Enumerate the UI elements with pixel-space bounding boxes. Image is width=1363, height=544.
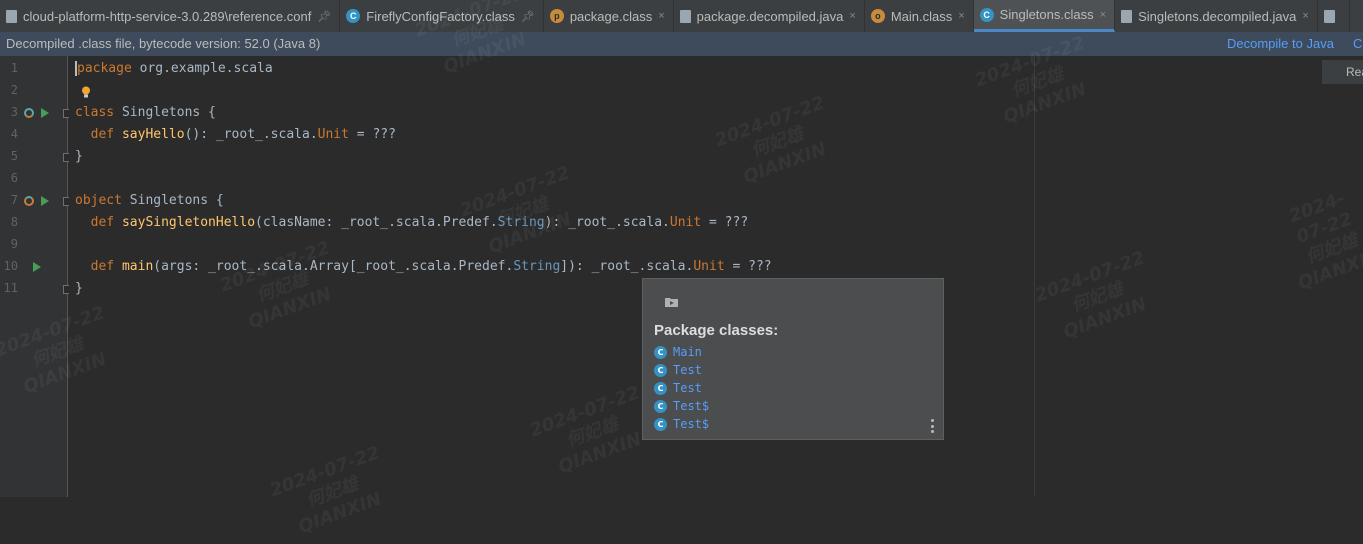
close-icon[interactable]: × — [849, 10, 855, 22]
implemented-icon[interactable] — [24, 108, 34, 118]
code-line-5: } — [75, 149, 83, 164]
line-number: 1 — [10, 61, 18, 75]
line-number: 9 — [10, 237, 18, 251]
line-number: 7 — [10, 193, 18, 207]
line-number: 4 — [10, 127, 18, 141]
close-icon[interactable]: × — [658, 10, 664, 22]
code-line-1: package org.example.scala — [75, 61, 273, 76]
list-item[interactable]: C Test — [654, 361, 709, 379]
run-icon[interactable] — [41, 108, 49, 118]
line-number: 11 — [3, 281, 18, 295]
pin-icon[interactable]: 📌︎ — [317, 10, 331, 23]
code-line-3: class Singletons { — [75, 105, 216, 120]
tab-label: FireflyConfigFactory.class — [366, 8, 515, 24]
class-link[interactable]: Test$ — [673, 399, 709, 413]
tab-label: Main.class — [890, 8, 953, 24]
tab-label: cloud-platform-http-service-3.0.289\refe… — [23, 8, 312, 24]
watermark: 2024-07-22何妃雄QIANXIN — [1032, 247, 1150, 343]
package-class-list: C Main C Test C Test C Test$ C Test$ — [654, 343, 709, 433]
banner-message: Decompiled .class file, bytecode version… — [6, 36, 321, 51]
tab-singletons-class[interactable]: C Singletons.class × — [973, 0, 1116, 32]
class-icon: C — [654, 345, 667, 359]
class-icon: C — [654, 399, 667, 413]
line-number: 2 — [10, 83, 18, 97]
choose-sources-link[interactable]: C — [1353, 36, 1362, 51]
class-icon: C — [654, 363, 667, 377]
code-line-8: def saySingletonHello(clasName: _root_.s… — [90, 215, 749, 230]
run-icon[interactable] — [41, 196, 49, 206]
class-icon: C — [979, 7, 994, 22]
folder-icon — [665, 298, 678, 307]
class-link[interactable]: Test — [673, 363, 702, 377]
list-item[interactable]: C Test$ — [654, 415, 709, 433]
close-icon[interactable]: × — [1100, 9, 1106, 21]
class-icon: C — [654, 417, 667, 431]
code-line-10: def main(args: _root_.scala.Array[_root_… — [90, 259, 772, 274]
tab-label: Singletons.class — [999, 7, 1094, 22]
close-icon[interactable]: × — [958, 10, 964, 22]
reader-mode-button[interactable]: Rea — [1322, 60, 1363, 84]
tab-overflow[interactable] — [1318, 0, 1350, 32]
file-icon — [6, 9, 17, 23]
pin-icon[interactable]: 📌︎ — [521, 10, 535, 23]
line-number: 6 — [10, 171, 18, 185]
class-link[interactable]: Main — [673, 345, 702, 359]
right-margin-guide — [1034, 56, 1035, 497]
more-options-icon[interactable] — [930, 419, 934, 433]
class-icon: C — [654, 381, 667, 395]
tab-reference-conf[interactable]: cloud-platform-http-service-3.0.289\refe… — [0, 0, 341, 32]
tab-label: Singletons.decompiled.java — [1138, 8, 1297, 24]
line-number: 8 — [10, 215, 18, 229]
tab-label: package.class — [569, 8, 653, 24]
package-class-icon: p — [549, 9, 564, 23]
close-icon[interactable]: × — [1302, 10, 1308, 22]
tab-fireflyconfigfactory[interactable]: C FireflyConfigFactory.class 📌︎ — [340, 0, 544, 32]
code-line-11: } — [75, 281, 83, 296]
decompile-to-java-link[interactable]: Decompile to Java — [1227, 36, 1334, 51]
popup-title: Package classes: — [654, 322, 779, 339]
editor-gutter: 1 2 3 4 5 6 7 8 9 10 11 — [0, 56, 72, 497]
editor-tab-bar: cloud-platform-http-service-3.0.289\refe… — [0, 0, 1363, 33]
java-file-icon — [679, 9, 691, 23]
tab-singletons-decompiled[interactable]: Singletons.decompiled.java × — [1115, 0, 1318, 32]
tab-label: package.decompiled.java — [696, 8, 844, 24]
java-file-icon — [1121, 9, 1133, 23]
run-icon[interactable] — [33, 262, 41, 272]
class-link[interactable]: Test — [673, 381, 702, 395]
java-file-icon — [1323, 9, 1335, 23]
implementing-icon[interactable] — [24, 196, 34, 206]
line-number: 5 — [10, 149, 18, 163]
class-icon: C — [346, 9, 361, 23]
list-item[interactable]: C Test$ — [654, 397, 709, 415]
package-classes-popup: Package classes: C Main C Test C Test C Test… — [642, 278, 944, 440]
list-item[interactable]: C Main — [654, 343, 709, 361]
list-item[interactable]: C Test — [654, 379, 709, 397]
code-line-7: object Singletons { — [75, 193, 224, 208]
line-number: 3 — [10, 105, 18, 119]
tab-package-class[interactable]: p package.class × — [544, 0, 674, 32]
code-line-4: def sayHello(): _root_.scala.Unit = ??? — [90, 127, 396, 142]
tab-package-decompiled[interactable]: package.decompiled.java × — [674, 0, 865, 32]
line-number: 10 — [3, 259, 18, 273]
watermark: 2024-07-22何妃雄QIANXIN — [1286, 187, 1363, 295]
class-link[interactable]: Test$ — [673, 417, 709, 431]
object-class-icon: o — [870, 9, 885, 23]
tab-main-class[interactable]: o Main.class × — [865, 0, 974, 32]
decompiled-banner: Decompiled .class file, bytecode version… — [0, 32, 1363, 56]
lightbulb-icon[interactable] — [81, 86, 91, 98]
